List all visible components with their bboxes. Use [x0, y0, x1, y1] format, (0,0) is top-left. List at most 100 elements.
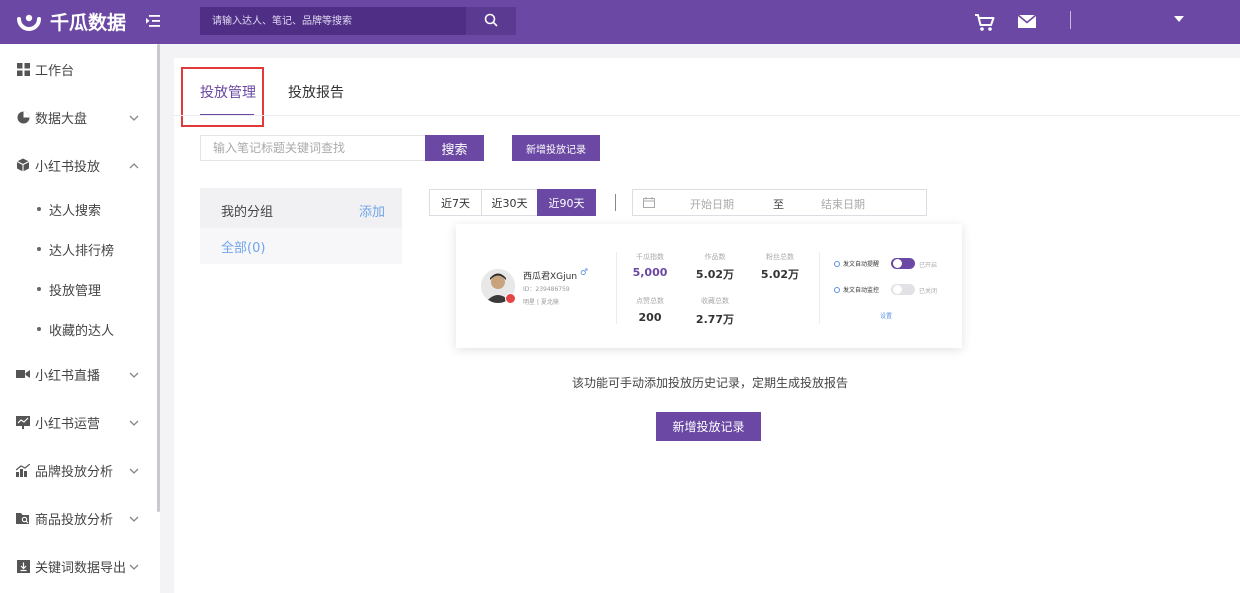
sidebar-item-product-analysis[interactable]: 商品投放分析	[0, 503, 157, 533]
chevron-down-icon	[129, 465, 139, 475]
box-icon	[16, 158, 30, 172]
cart-icon[interactable]	[974, 12, 996, 32]
end-date-field[interactable]: 结束日期	[821, 196, 865, 212]
bullet-dot	[37, 207, 41, 211]
sidebar-item-label: 关键词数据导出	[35, 560, 127, 576]
start-date-field[interactable]: 开始日期	[690, 196, 734, 212]
add-group-link[interactable]: 添加	[359, 201, 385, 220]
chevron-down-icon	[129, 112, 139, 122]
sidebar-subitem-placement-management[interactable]: 投放管理	[0, 276, 157, 302]
sidebar-subitem-favorite-creators[interactable]: 收藏的达人	[0, 316, 157, 342]
dashboard-icon	[16, 62, 30, 76]
chevron-down-icon	[129, 369, 139, 379]
stat-label: 收藏总数	[701, 297, 729, 305]
global-search-button[interactable]	[466, 7, 516, 35]
setting-state: 已开启	[919, 262, 938, 269]
tabs-divider	[174, 115, 1240, 116]
pie-chart-icon	[16, 110, 30, 124]
preview-divider	[616, 252, 617, 324]
logo-icon	[16, 9, 42, 35]
bullet-dot	[37, 287, 41, 291]
range-separator	[615, 194, 616, 211]
sidebar-item-keyword-export[interactable]: 关键词数据导出	[0, 551, 157, 581]
sidebar-subitem-label: 投放管理	[49, 283, 102, 299]
chart-board-icon	[16, 415, 30, 429]
top-bar: 千瓜数据	[0, 0, 1240, 44]
question-icon	[834, 260, 840, 267]
stat-label: 粉丝总数	[766, 253, 794, 261]
sidebar-item-label: 数据大盘	[35, 111, 88, 127]
sidebar-item-xhs-operation[interactable]: 小红书运营	[0, 407, 157, 437]
example-preview-card: 西瓜君XGjun ♂ ID：239486759 明星 | 夏北鼎 千瓜指数 5,…	[456, 224, 962, 348]
range-7-days[interactable]: 近7天	[429, 189, 482, 216]
menu-toggle-icon[interactable]	[145, 12, 163, 30]
date-range-picker[interactable]: 开始日期 至 结束日期	[632, 189, 927, 216]
group-title: 我的分组	[221, 205, 274, 220]
add-record-cta-button[interactable]: 新增投放记录	[656, 412, 761, 441]
search-icon	[484, 13, 498, 30]
auto-monitor-setting: 发文自动监控	[834, 285, 879, 294]
download-icon	[16, 559, 30, 573]
sidebar-subitem-creator-ranking[interactable]: 达人排行榜	[0, 236, 157, 262]
bullet-dot	[37, 247, 41, 251]
sidebar-item-label: 商品投放分析	[35, 512, 114, 528]
tab-highlight-box	[181, 67, 264, 127]
global-search-input[interactable]	[200, 7, 466, 35]
sidebar-item-label: 品牌投放分析	[35, 464, 114, 480]
stat-value: 2.77万	[695, 313, 735, 326]
brand-logo[interactable]: 千瓜数据	[16, 8, 126, 35]
preview-creator-tags: 明星 | 夏北鼎	[523, 299, 559, 306]
group-panel: 我的分组 添加 全部(0)	[200, 188, 402, 264]
sidebar-scrollbar[interactable]	[157, 44, 160, 512]
stat-value: 200	[638, 311, 662, 324]
add-record-button[interactable]: 新增投放记录	[512, 135, 600, 161]
chevron-down-icon	[129, 513, 139, 523]
sidebar-item-workbench[interactable]: 工作台	[0, 54, 157, 84]
chevron-down-icon	[129, 417, 139, 427]
preview-creator-name: 西瓜君XGjun	[523, 272, 578, 282]
folder-search-icon	[16, 511, 30, 525]
stat-value: 5,000	[632, 266, 668, 279]
chevron-up-icon	[129, 160, 139, 170]
preview-divider	[819, 252, 820, 324]
date-range-presets: 近7天 近30天 近90天	[429, 189, 596, 216]
chevron-down-icon	[129, 561, 139, 571]
sidebar-item-label: 工作台	[35, 63, 75, 79]
auto-remind-setting: 发文自动提醒	[834, 259, 879, 268]
sidebar: 工作台 数据大盘 小红书投放 达人搜索 达人排行榜 投放管理 收藏的达人 小红书…	[0, 44, 160, 593]
sidebar-subitem-creator-search[interactable]: 达人搜索	[0, 196, 157, 222]
tab-placement-report[interactable]: 投放报告	[288, 82, 344, 102]
sidebar-item-brand-analysis[interactable]: 品牌投放分析	[0, 455, 157, 485]
main-panel: 投放管理 投放报告 搜索 新增投放记录 我的分组 添加 全部(0) 近7天 近3…	[174, 58, 1240, 593]
group-all-item[interactable]: 全部(0)	[221, 237, 265, 256]
range-30-days[interactable]: 近30天	[481, 189, 538, 216]
male-icon: ♂	[580, 268, 589, 278]
feature-hint-text: 该功能可手动添加投放历史记录，定期生成投放报告	[572, 376, 849, 390]
setting-state: 已关闭	[919, 288, 938, 295]
calendar-icon	[643, 197, 655, 208]
caret-down-icon[interactable]	[1174, 16, 1184, 22]
range-90-days[interactable]: 近90天	[537, 189, 596, 216]
preview-creator-id: ID：239486759	[523, 286, 570, 293]
auto-remind-toggle	[891, 258, 915, 269]
preview-settings-link: 设置	[880, 313, 893, 320]
setting-label: 发文自动提醒	[843, 261, 880, 268]
mail-icon[interactable]	[1017, 12, 1039, 32]
sidebar-item-label: 小红书投放	[35, 159, 101, 175]
stat-value: 5.02万	[760, 268, 800, 281]
search-button[interactable]: 搜索	[425, 135, 484, 161]
stat-value: 5.02万	[695, 268, 735, 281]
topbar-divider	[1070, 11, 1071, 29]
sidebar-subitem-label: 达人排行榜	[49, 243, 115, 259]
sidebar-item-label: 小红书运营	[35, 416, 101, 432]
stat-label: 点赞总数	[636, 297, 664, 305]
bullet-dot	[37, 327, 41, 331]
sidebar-item-xhs-placement[interactable]: 小红书投放	[0, 150, 157, 180]
date-range-to-label: 至	[773, 198, 784, 211]
note-search-input[interactable]	[200, 135, 426, 161]
sidebar-item-xhs-live[interactable]: 小红书直播	[0, 359, 157, 389]
sidebar-item-data-overview[interactable]: 数据大盘	[0, 102, 157, 132]
sidebar-item-label: 小红书直播	[35, 368, 101, 384]
stat-label: 作品数	[704, 253, 726, 261]
group-header: 我的分组 添加	[200, 188, 402, 228]
